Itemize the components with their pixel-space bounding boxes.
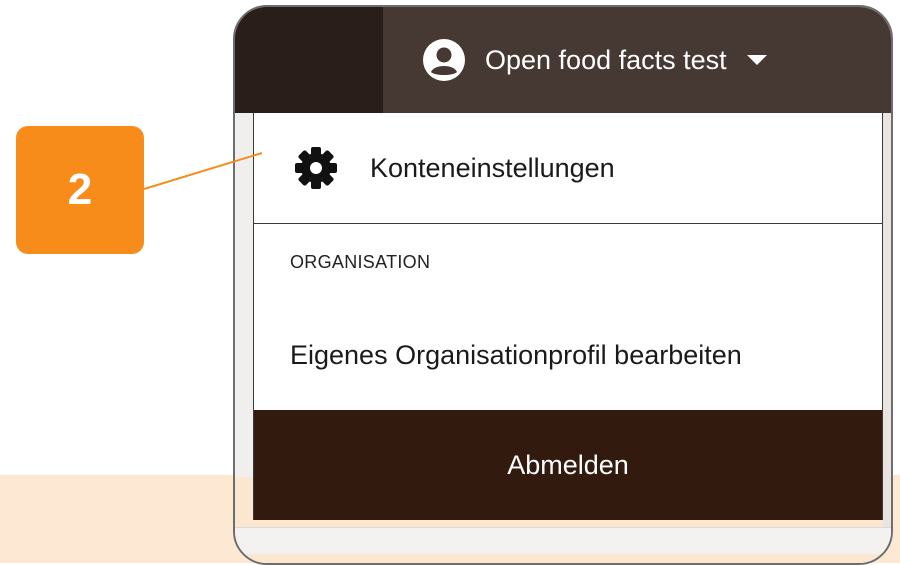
edit-organisation-profile-menu-item[interactable]: Eigenes Organisationprofil bearbeiten <box>254 300 882 410</box>
zoom-frame: Open food facts test Konteneinstellungen… <box>233 5 893 565</box>
account-circle-icon <box>423 39 465 81</box>
account-settings-menu-item[interactable]: Konteneinstellungen <box>254 113 882 224</box>
top-bar-left-block <box>235 7 383 113</box>
account-name: Open food facts test <box>485 44 727 75</box>
logout-button[interactable]: Abmelden <box>254 410 882 520</box>
account-menu-button[interactable]: Open food facts test <box>423 33 767 87</box>
page-side-strip <box>883 113 891 527</box>
account-settings-label: Konteneinstellungen <box>370 152 615 183</box>
organisation-section-heading: ORGANISATION <box>290 251 431 272</box>
page-footer-strip <box>235 527 891 554</box>
step-number-badge: 2 <box>16 126 144 254</box>
chevron-down-icon <box>746 55 767 65</box>
account-dropdown-menu: Konteneinstellungen ORGANISATION Eigenes… <box>253 113 883 520</box>
gear-icon <box>295 147 337 189</box>
top-bar: Open food facts test <box>235 7 891 113</box>
